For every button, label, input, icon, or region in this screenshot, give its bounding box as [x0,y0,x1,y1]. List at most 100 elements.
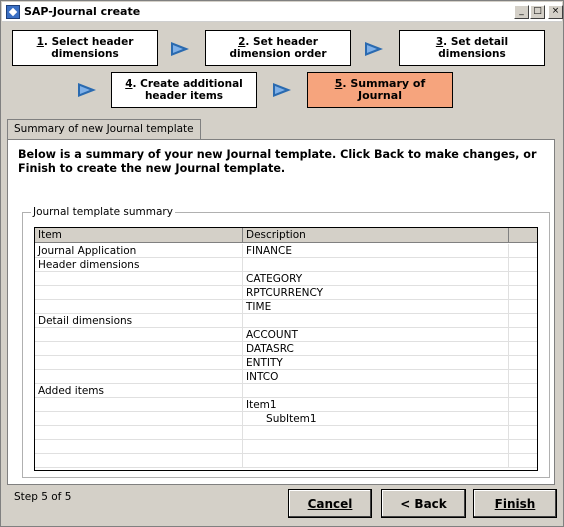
cell-item [35,300,243,314]
grid-header: Item Description [35,228,537,243]
tab-summary[interactable]: Summary of new Journal template [7,119,201,139]
wizard-window: SAP-Journal create _ □ × 1. Select heade… [0,0,564,527]
cell-description: FINANCE [243,244,509,258]
cell-description [243,426,509,440]
close-button[interactable]: × [548,5,563,19]
step-3-label: 3. Set detail dimensions [435,36,509,60]
cell-extra [509,426,537,440]
table-row[interactable]: ENTITY [35,356,537,370]
cell-item [35,426,243,440]
finish-button[interactable]: Finish [473,489,557,518]
cell-description: TIME [243,300,509,314]
cell-item [35,356,243,370]
cell-item [35,440,243,454]
cell-extra [509,342,537,356]
cell-extra [509,300,537,314]
table-row[interactable]: TIME [35,300,537,314]
back-button[interactable]: < Back [381,489,466,518]
table-row[interactable] [35,454,537,468]
step-1-select-header-dimensions[interactable]: 1. Select header dimensions [12,30,158,66]
cell-description [243,384,509,398]
cell-description: INTCO [243,370,509,384]
arrow-right-icon [273,83,291,97]
cell-item: Header dimensions [35,258,243,272]
cell-description: CATEGORY [243,272,509,286]
table-row[interactable]: Detail dimensions [35,314,537,328]
table-row[interactable]: SubItem1 [35,412,537,426]
cell-extra [509,244,537,258]
step-5-summary-of-journal[interactable]: 5. Summary of Journal [307,72,453,108]
cell-extra [509,412,537,426]
cancel-label: Cancel [307,496,353,511]
cell-description: DATASRC [243,342,509,356]
cell-extra [509,356,537,370]
summary-groupbox: Journal template summary Item Descriptio… [22,206,550,478]
column-header-item[interactable]: Item [35,228,243,243]
cell-description: RPTCURRENCY [243,286,509,300]
table-row[interactable] [35,440,537,454]
cell-extra [509,328,537,342]
intro-text: Below is a summary of your new Journal t… [18,148,537,175]
cell-description [243,258,509,272]
app-icon [6,5,20,19]
cell-extra [509,454,537,468]
cell-extra [509,272,537,286]
step-5-label: 5. Summary of Journal [334,77,426,102]
table-row[interactable]: INTCO [35,370,537,384]
window-title: SAP-Journal create [24,5,141,18]
arrow-right-icon [78,83,96,97]
step-2-label: 2. Set header dimension order [229,36,327,60]
title-bar: SAP-Journal create _ □ × [2,2,563,22]
maximize-button[interactable]: □ [530,5,545,19]
table-row[interactable]: ACCOUNT [35,328,537,342]
column-header-extra [509,228,537,243]
table-row[interactable]: RPTCURRENCY [35,286,537,300]
step-2-set-header-dimension-order[interactable]: 2. Set header dimension order [205,30,351,66]
cell-item: Added items [35,384,243,398]
arrow-right-icon [171,42,189,56]
cell-description: SubItem1 [243,412,509,426]
step-3-set-detail-dimensions[interactable]: 3. Set detail dimensions [399,30,545,66]
cell-item: Detail dimensions [35,314,243,328]
step-indicator: Step 5 of 5 [14,491,72,503]
table-row[interactable] [35,426,537,440]
cell-description: Item1 [243,398,509,412]
cell-description [243,454,509,468]
table-row[interactable]: Added items [35,384,537,398]
cell-item [35,328,243,342]
table-row[interactable]: Header dimensions [35,258,537,272]
cell-item: Journal Application [35,244,243,258]
cell-extra [509,314,537,328]
arrow-right-icon [365,42,383,56]
minimize-button[interactable]: _ [514,5,529,19]
cell-extra [509,370,537,384]
table-row[interactable]: CATEGORY [35,272,537,286]
step-4-label: 4. Create additional header items [125,78,243,102]
table-row[interactable]: Item1 [35,398,537,412]
cell-description: ACCOUNT [243,328,509,342]
cell-extra [509,384,537,398]
table-row[interactable]: Journal Application FINANCE [35,244,537,258]
summary-panel: Below is a summary of your new Journal t… [7,139,555,485]
cancel-button[interactable]: Cancel [288,489,372,518]
step-4-create-additional-header-items[interactable]: 4. Create additional header items [111,72,257,108]
cell-item [35,454,243,468]
table-row[interactable]: DATASRC [35,342,537,356]
step-1-label: 1. Select header dimensions [36,36,134,60]
cell-extra [509,258,537,272]
back-label: < Back [400,496,447,511]
cell-item [35,272,243,286]
cell-description [243,440,509,454]
tab-strip: Summary of new Journal template [7,119,555,139]
cell-extra [509,398,537,412]
cell-item [35,370,243,384]
column-header-description[interactable]: Description [243,228,509,243]
finish-label: Finish [494,496,536,511]
summary-grid[interactable]: Item Description Journal Application FINA… [34,227,538,471]
cell-item [35,398,243,412]
cell-item [35,412,243,426]
cell-extra [509,440,537,454]
cell-description: ENTITY [243,356,509,370]
cell-item [35,286,243,300]
cell-item [35,342,243,356]
